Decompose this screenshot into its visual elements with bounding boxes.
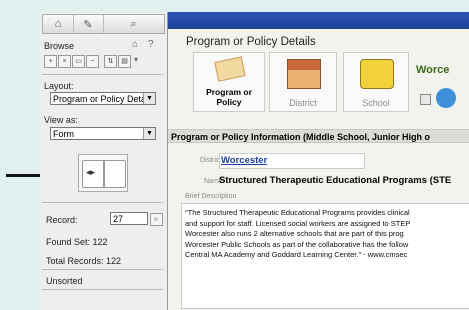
content-pane: Program or Policy Details Program or Pol… xyxy=(168,12,469,310)
chevron-down-icon: ▼ xyxy=(143,93,155,104)
sort-status-text: Unsorted xyxy=(46,276,83,286)
record-book-icon[interactable]: ◂▸ xyxy=(78,154,128,192)
description-line: "The Structured Therapeutic Educational … xyxy=(185,208,410,217)
building-icon xyxy=(287,59,321,89)
header-bar xyxy=(168,12,469,29)
duplicate-record-icon[interactable]: ▭ xyxy=(72,55,85,68)
info-section-header: Program or Policy Information (Middle Sc… xyxy=(168,129,469,143)
view-as-select-value: Form xyxy=(53,129,74,139)
book-right-page[interactable] xyxy=(104,160,126,188)
status-sidebar: ⌂ ✎ ⌕ Browse ⌂ ? + × ▭ − ⇅ ▤ ▾ Layout: P… xyxy=(40,12,168,310)
found-set-text: Found Set: 122 xyxy=(46,237,108,247)
school-name-heading: Worce xyxy=(416,64,450,76)
page-title: Program or Policy Details xyxy=(186,36,316,48)
go-record-icon[interactable]: ▹ xyxy=(150,213,163,226)
help-icon[interactable]: ? xyxy=(148,39,154,50)
edit-icon[interactable]: ✎ xyxy=(73,15,104,33)
sort-icon[interactable]: ⇅ xyxy=(104,55,117,68)
layout-label: Layout: xyxy=(44,81,74,91)
print-icon[interactable]: ▤ xyxy=(118,55,131,68)
previous-record-icon: ◂▸ xyxy=(86,167,96,177)
description-line: Central MA Academy and Goddard Learning … xyxy=(185,250,408,259)
brief-description-label: Brief Description xyxy=(185,193,237,200)
description-text: "The Structured Therapeutic Educational … xyxy=(185,208,410,261)
nav-district[interactable]: District xyxy=(269,52,337,112)
layout-select[interactable]: Program or Policy Deta ▼ xyxy=(50,92,156,105)
record-toolbar: + × ▭ − ⇅ ▤ ▾ xyxy=(44,55,162,68)
district-field[interactable]: Worcester xyxy=(219,153,365,169)
school-icon xyxy=(360,59,394,89)
nav-program-policy-label: Program or Policy xyxy=(206,87,252,107)
district-link[interactable]: Worcester xyxy=(221,155,267,166)
new-record-icon[interactable]: + xyxy=(44,55,57,68)
divider xyxy=(42,202,163,203)
nav-district-label: District xyxy=(289,98,317,108)
view-as-label: View as: xyxy=(44,115,78,125)
document-icon[interactable] xyxy=(420,94,431,105)
description-box[interactable]: "The Structured Therapeutic Educational … xyxy=(181,203,469,309)
delete-record-icon[interactable]: × xyxy=(58,55,71,68)
divider xyxy=(42,74,163,75)
app-window: ⌂ ✎ ⌕ Browse ⌂ ? + × ▭ − ⇅ ▤ ▾ Layout: P… xyxy=(40,12,469,310)
divider xyxy=(42,269,163,270)
layout-select-value: Program or Policy Deta xyxy=(53,94,147,104)
chevron-down-icon: ▼ xyxy=(143,128,155,139)
total-records-text: Total Records: 122 xyxy=(46,256,122,266)
description-line: Worcester also runs 2 alternative school… xyxy=(185,229,404,238)
nav-program-policy[interactable]: Program or Policy xyxy=(193,52,265,112)
lock-icon[interactable]: ⌂ xyxy=(132,39,138,50)
divider xyxy=(42,289,163,290)
more-chevron-icon[interactable]: ▾ xyxy=(134,55,138,64)
program-name-field[interactable]: Structured Therapeutic Educational Progr… xyxy=(219,175,451,186)
home-icon[interactable]: ⌂ xyxy=(43,15,74,33)
description-line: and support for staff. Licensed social w… xyxy=(185,218,411,228)
record-label: Record: xyxy=(46,215,78,225)
mode-toolbar: ⌂ ✎ ⌕ xyxy=(42,14,165,34)
nav-school[interactable]: School xyxy=(343,52,409,112)
nav-school-label: School xyxy=(362,98,390,108)
description-line: Worcester Public Schools as part of the … xyxy=(185,239,409,249)
record-number-input[interactable]: 27 xyxy=(110,212,148,225)
find-icon[interactable]: ⌕ xyxy=(103,15,164,33)
globe-icon[interactable] xyxy=(436,88,456,108)
omit-icon[interactable]: − xyxy=(86,55,99,68)
browse-label: Browse xyxy=(44,41,75,51)
view-as-select[interactable]: Form ▼ xyxy=(50,127,156,140)
notepad-icon xyxy=(214,56,246,82)
